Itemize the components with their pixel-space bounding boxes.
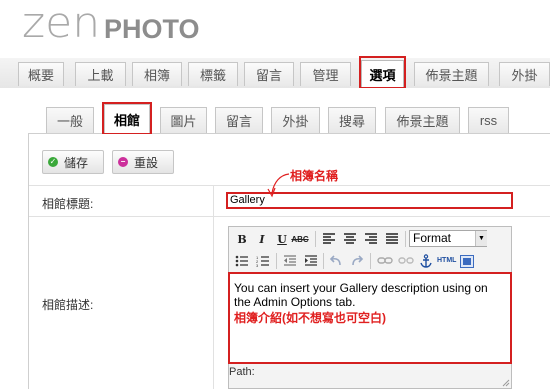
- tab-upload[interactable]: 上載: [75, 62, 126, 86]
- toolbar-separator: [315, 231, 316, 247]
- strikethrough-icon[interactable]: ABC: [291, 231, 308, 247]
- unlink-icon[interactable]: [398, 255, 414, 267]
- save-button[interactable]: ✓ 儲存: [42, 150, 104, 174]
- link-icon[interactable]: [377, 255, 393, 267]
- gallery-description-label: 相館描述:: [42, 298, 94, 312]
- annotation-arrow-icon: [267, 173, 290, 198]
- toolbar-separator: [405, 231, 406, 247]
- gallery-title-label: 相館標題:: [42, 197, 94, 211]
- align-justify-icon[interactable]: [385, 233, 399, 245]
- tab-comments[interactable]: 留言: [244, 62, 294, 86]
- bold-icon[interactable]: B: [234, 231, 250, 247]
- tab-plugins[interactable]: 外掛: [499, 62, 550, 86]
- toolbar-separator: [370, 253, 371, 269]
- description-editor-area[interactable]: You can insert your Gallery description …: [228, 272, 512, 364]
- align-right-icon[interactable]: [364, 233, 378, 245]
- tab-tags[interactable]: 標籤: [188, 62, 238, 86]
- subtab-general[interactable]: 一般: [46, 107, 94, 133]
- undo-icon[interactable]: [329, 255, 343, 267]
- subtab-search[interactable]: 搜尋: [328, 107, 376, 133]
- check-icon: ✓: [48, 157, 58, 167]
- subtab-rss[interactable]: rss: [468, 107, 509, 133]
- align-center-icon[interactable]: [343, 233, 357, 245]
- description-annotation: 相簿介紹(如不想寫也可空白): [234, 311, 386, 325]
- fullscreen-icon[interactable]: [460, 255, 474, 268]
- outdent-icon[interactable]: [283, 255, 297, 267]
- chevron-down-icon[interactable]: ▼: [475, 231, 487, 246]
- save-button-label: 儲存: [64, 155, 89, 170]
- tab-overview[interactable]: 概要: [18, 62, 64, 86]
- tab-albums[interactable]: 相簿: [132, 62, 182, 86]
- highlight-subtab-gallery: [102, 102, 152, 135]
- italic-icon[interactable]: I: [254, 231, 270, 247]
- gallery-title-annotation: 相簿名稱: [290, 169, 339, 183]
- svg-text:3: 3: [256, 263, 259, 267]
- toolbar-separator: [276, 253, 277, 269]
- tab-admin[interactable]: 管理: [300, 62, 351, 86]
- subtab-plugins[interactable]: 外掛: [271, 107, 320, 133]
- resize-handle-icon[interactable]: [500, 377, 510, 387]
- logo-photo: PHOTO: [104, 14, 200, 44]
- redo-icon[interactable]: [350, 255, 364, 267]
- reset-button-label: 重設: [134, 155, 159, 170]
- logo-zen: zen: [22, 0, 101, 47]
- underline-icon[interactable]: U: [274, 231, 290, 247]
- highlight-tab-options: [359, 56, 406, 89]
- subtab-images[interactable]: 圖片: [160, 107, 207, 133]
- bullet-list-icon[interactable]: [235, 255, 249, 267]
- anchor-icon[interactable]: [419, 254, 433, 268]
- toolbar-separator: [323, 253, 324, 269]
- editor-path-label: Path:: [229, 366, 255, 378]
- align-left-icon[interactable]: [322, 233, 336, 245]
- subtab-comments[interactable]: 留言: [215, 107, 263, 133]
- column-divider: [213, 185, 214, 389]
- indent-icon[interactable]: [304, 255, 318, 267]
- numbered-list-icon[interactable]: 123: [256, 255, 270, 267]
- tab-themes[interactable]: 佈景主題: [414, 62, 489, 86]
- subtab-themes[interactable]: 佈景主題: [385, 107, 460, 133]
- html-source-icon[interactable]: HTML: [437, 257, 456, 264]
- reset-button[interactable]: − 重設: [112, 150, 174, 174]
- description-text: You can insert your Gallery description …: [234, 281, 488, 309]
- minus-icon: −: [118, 157, 128, 167]
- row-divider: [29, 216, 550, 217]
